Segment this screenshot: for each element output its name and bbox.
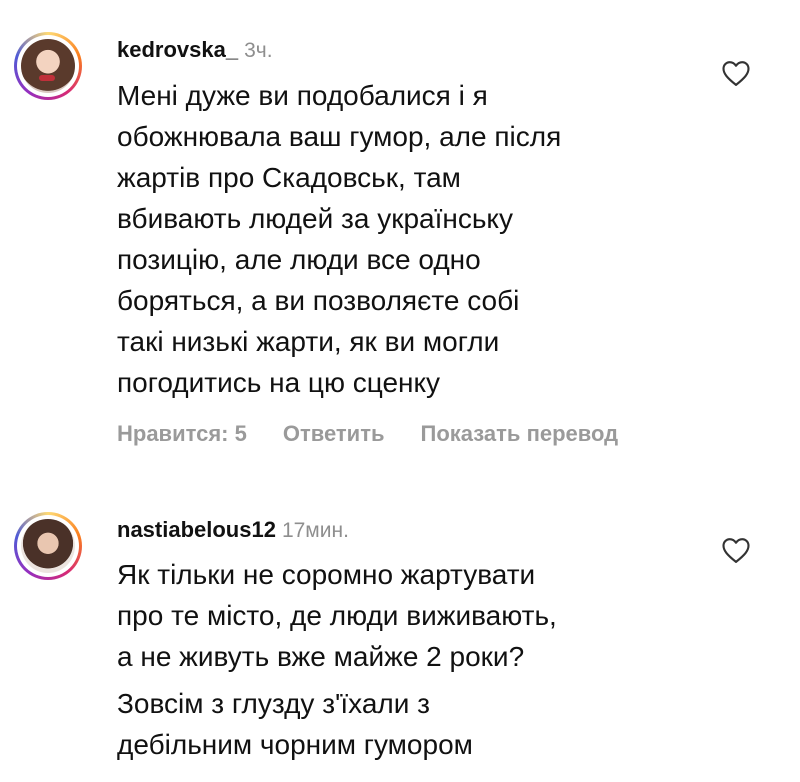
heart-outline-icon[interactable] [721, 59, 751, 87]
comment-line: позицію, але люди все одно [117, 244, 481, 275]
comment-actions: Нравится: 5 Ответить Показать перевод [117, 421, 618, 447]
comment-line: Зовсім з глузду з'їхали з [117, 688, 431, 719]
avatar-photo [21, 519, 75, 573]
timestamp: 17мин. [281, 519, 349, 542]
comment-header: nastiabelous12 17мин. [117, 517, 349, 543]
comment-line: про те місто, де люди виживають, [117, 600, 557, 631]
heart-outline-icon[interactable] [721, 536, 751, 564]
comment-item: kedrovska_ 3ч. Мені дуже ви подобалися і … [0, 0, 800, 470]
comment-line: жартів про Скадовськ, там [117, 162, 461, 193]
comment-text: Як тільки не соромно жартувати про те мі… [117, 554, 557, 677]
comment-line: погодитись на цю сценку [117, 367, 441, 398]
timestamp: 3ч. [244, 39, 273, 62]
comment-header: kedrovska_ 3ч. [117, 37, 273, 63]
avatar[interactable] [14, 32, 82, 100]
comment-line: обожнювала ваш гумор, але після [117, 121, 562, 152]
comment-text-continued: Зовсім з глузду з'їхали з дебільним чорн… [117, 683, 473, 765]
comment-line: а не живуть вже майже 2 роки? [117, 641, 525, 672]
likes-count[interactable]: Нравится: 5 [117, 421, 247, 447]
translate-button[interactable]: Показать перевод [421, 421, 619, 447]
comment-line: дебільним чорним гумором [117, 729, 473, 760]
avatar-photo [21, 39, 75, 93]
comment-line: вбивають людей за українську [117, 203, 513, 234]
comment-line: боряться, а ви позволяєте собі [117, 285, 520, 316]
username[interactable]: nastiabelous12 [117, 517, 276, 542]
comment-text: Мені дуже ви подобалися і я обожнювала в… [117, 75, 561, 403]
comment-line: Як тільки не соромно жартувати [117, 559, 536, 590]
comment-line: такі низькі жарти, як ви могли [117, 326, 500, 357]
comment-line: Мені дуже ви подобалися і я [117, 80, 488, 111]
username[interactable]: kedrovska_ [117, 37, 238, 62]
comment-item: nastiabelous12 17мин. Як тільки не соромн… [0, 470, 800, 782]
reply-button[interactable]: Ответить [283, 421, 385, 447]
avatar[interactable] [14, 512, 82, 580]
